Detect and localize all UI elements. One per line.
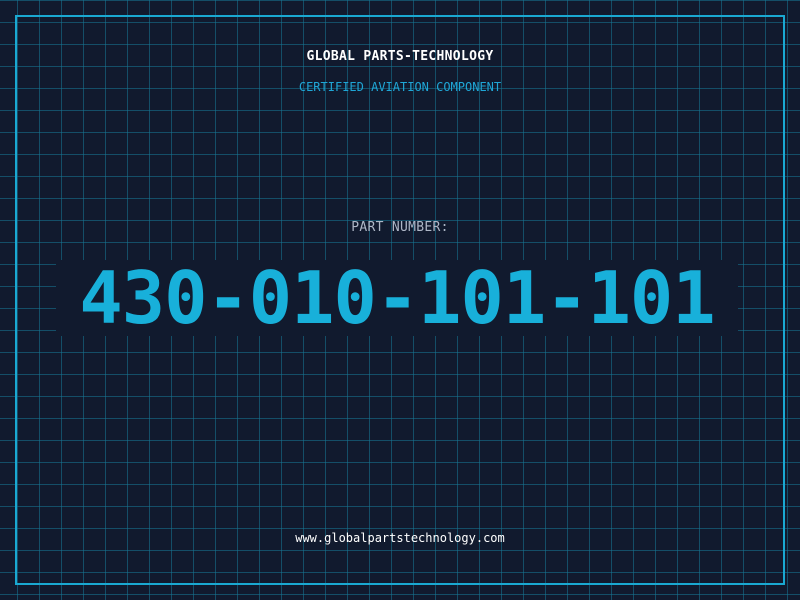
part-number-label: PART NUMBER: (351, 220, 449, 235)
website-url: www.globalpartstechnology.com (295, 531, 505, 545)
part-number-value: 430-010-101-101 (79, 256, 715, 340)
certification-tagline: CERTIFIED AVIATION COMPONENT (298, 80, 502, 94)
company-name: GLOBAL PARTS-TECHNOLOGY (306, 49, 494, 64)
